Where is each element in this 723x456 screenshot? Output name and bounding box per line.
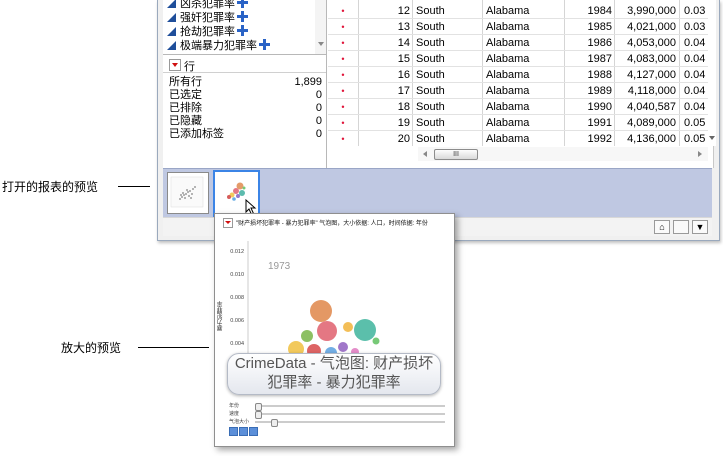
table-row[interactable]: • 13 South Alabama 1985 4,021,000 0.03: [328, 19, 713, 35]
table-row[interactable]: • 20 South Alabama 1992 4,136,000 0.05: [328, 131, 713, 146]
columns-scrollbar[interactable]: [315, 0, 326, 54]
rows-stat: 已隐藏 0: [169, 115, 322, 127]
slider-track[interactable]: [255, 403, 445, 411]
rows-stat: 已排除 0: [169, 102, 322, 114]
callout-enlarged: 放大的预览: [61, 341, 122, 355]
continuous-icon: [167, 27, 176, 36]
callout-open-reports: 打开的报表的预览: [2, 180, 99, 194]
scroll-down-icon[interactable]: [709, 136, 715, 140]
red-triangle-menu-icon[interactable]: [169, 59, 181, 71]
status-bar-buttons: ⌂ ▼: [651, 220, 708, 234]
year-label: 1973: [268, 261, 291, 272]
table-horizontal-scrollbar[interactable]: III: [418, 147, 708, 161]
plus-icon: [259, 39, 270, 50]
table-vertical-scrollbar[interactable]: [708, 0, 716, 146]
column-item[interactable]: 抢劫犯罪率: [167, 25, 248, 38]
column-item[interactable]: 凶杀犯罪率: [167, 0, 248, 10]
slider-track[interactable]: [255, 411, 445, 419]
slider-knob[interactable]: [255, 411, 262, 419]
jmp-data-table-window: 凶杀犯罪率 强奸犯罪率 抢劫犯罪率 极端暴力犯罪率 行 所有行 1,899 已选定…: [157, 0, 720, 241]
year-slider[interactable]: 年份: [229, 402, 445, 411]
y-tick: 0.010: [230, 272, 244, 278]
scroll-thumb[interactable]: III: [434, 149, 478, 160]
data-grid: • 12 South Alabama 1984 3,990,000 0.03 • 13 Sout…: [328, 0, 713, 146]
scroll-left-icon[interactable]: [423, 151, 427, 157]
rows-stat: 已选定 0: [169, 89, 322, 101]
callout-line: [138, 347, 209, 348]
y-tick: 0.006: [230, 318, 244, 324]
column-item[interactable]: 极端暴力犯罪率: [167, 39, 270, 52]
data-table-area: 凶杀犯罪率 强奸犯罪率 抢劫犯罪率 极端暴力犯罪率 行 所有行 1,899 已选定…: [163, 0, 716, 168]
scroll-right-icon[interactable]: [698, 151, 702, 157]
rows-panel-title: 行: [184, 61, 195, 73]
table-row[interactable]: • 12 South Alabama 1984 3,990,000 0.03: [328, 3, 713, 19]
step-back-icon[interactable]: [229, 427, 238, 436]
slider-knob[interactable]: [271, 419, 278, 427]
rows-stat: 所有行 1,899: [169, 76, 322, 88]
home-icon[interactable]: ⌂: [654, 220, 670, 234]
continuous-icon: [167, 41, 176, 50]
rows-stat: 已添加标签 0: [169, 128, 322, 140]
continuous-icon: [167, 13, 176, 22]
continuous-icon: [167, 0, 176, 8]
table-row[interactable]: • 16 South Alabama 1988 4,127,000 0.04: [328, 67, 713, 83]
plus-icon: [237, 25, 248, 36]
callout-line: [118, 186, 150, 187]
scatter-thumbnail-graphic: [170, 176, 204, 208]
table-row[interactable]: • 19 South Alabama 1991 4,089,000 0.05: [328, 115, 713, 131]
dropdown-arrow-icon[interactable]: ▼: [692, 220, 708, 234]
bubble-size-slider[interactable]: 气泡大小: [229, 418, 445, 427]
columns-list: 凶杀犯罪率 强奸犯罪率 抢劫犯罪率 极端暴力犯罪率: [163, 0, 326, 55]
y-tick: 0.008: [230, 295, 244, 301]
table-row[interactable]: • 17 South Alabama 1989 4,118,000 0.04: [328, 83, 713, 99]
playback-controls: [229, 427, 259, 436]
plus-icon: [237, 11, 248, 22]
table-row[interactable]: • 14 South Alabama 1986 4,053,000 0.04: [328, 35, 713, 51]
preview-title: "财产损坏犯罪率 - 暴力犯罪率" 气泡图，大小依据: 人口，时间依据: 年份: [223, 218, 451, 230]
plus-icon: [237, 0, 248, 8]
column-item[interactable]: 强奸犯罪率: [167, 11, 248, 24]
y-tick: 0.004: [230, 341, 244, 347]
play-icon[interactable]: [239, 427, 248, 436]
y-tick: 0.012: [230, 249, 244, 255]
report-thumbnail[interactable]: [167, 172, 209, 214]
table-row[interactable]: • 15 South Alabama 1987 4,083,000 0.04: [328, 51, 713, 67]
slider-knob[interactable]: [255, 403, 262, 411]
y-axis-label: 暴力犯罪率: [218, 301, 224, 331]
preview-caption: CrimeData - 气泡图: 财产损坏 犯罪率 - 暴力犯罪率: [227, 353, 441, 395]
open-reports-strip: [163, 168, 712, 218]
rows-panel-header: 行: [163, 57, 326, 73]
speed-slider[interactable]: 速度: [229, 410, 445, 419]
red-triangle-menu-icon: [223, 218, 233, 229]
scroll-down-icon[interactable]: [318, 42, 324, 46]
slider-track[interactable]: [255, 419, 445, 427]
table-row[interactable]: • 18 South Alabama 1990 4,040,587 0.04: [328, 99, 713, 115]
left-panel: 凶杀犯罪率 强奸犯罪率 抢劫犯罪率 极端暴力犯罪率 行 所有行 1,899 已选定…: [163, 0, 327, 168]
step-forward-icon[interactable]: [249, 427, 258, 436]
enlarged-preview-popup[interactable]: "财产损坏犯罪率 - 暴力犯罪率" 气泡图，大小依据: 人口，时间依据: 年份 …: [214, 213, 455, 447]
checkbox-icon[interactable]: [673, 220, 689, 234]
